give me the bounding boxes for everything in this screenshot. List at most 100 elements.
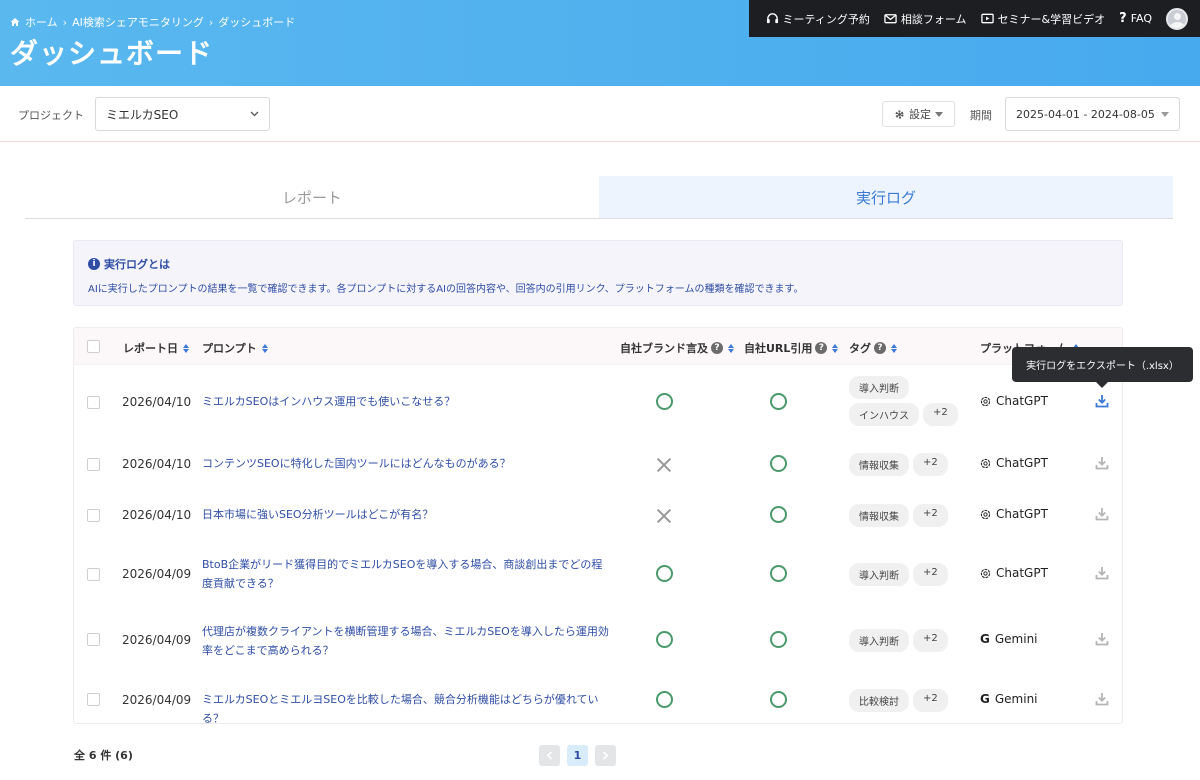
prompt-link[interactable]: ミエルカSEOはインハウス運用でも使いこなせる？ xyxy=(202,392,612,411)
report-date: 2026/04/09 xyxy=(122,567,192,581)
sort-icon xyxy=(261,343,268,353)
project-bar: プロジェクト ミエルカSEO 設定 期間 2025-04-01 - 2024-0… xyxy=(0,86,1200,142)
settings-button[interactable]: 設定 xyxy=(882,101,955,127)
header: ホーム › AI検索シェアモニタリング › ダッシュボード ダッシュボード ミー… xyxy=(0,0,1200,86)
row-checkbox[interactable] xyxy=(87,693,100,706)
url-citation-yes-icon xyxy=(770,455,787,472)
help-icon[interactable]: ? xyxy=(815,342,828,354)
download-icon[interactable] xyxy=(1095,507,1109,524)
tab-log[interactable]: 実行ログ xyxy=(599,176,1173,218)
tag-more[interactable]: +2 xyxy=(913,504,948,527)
prev-page-button[interactable] xyxy=(539,745,560,766)
tag-more[interactable]: +2 xyxy=(913,689,948,712)
header-url[interactable]: 自社URL引用 ? xyxy=(744,340,839,356)
table-row[interactable]: 2026/04/09 代理店が複数クライアントを横断管理する場合、ミエルカSEO… xyxy=(74,607,1122,673)
header-tag[interactable]: タグ ? xyxy=(849,340,897,356)
download-icon[interactable] xyxy=(1095,692,1109,709)
row-checkbox[interactable] xyxy=(87,568,100,581)
platform: ChatGPT xyxy=(980,456,1048,470)
breadcrumb-monitoring[interactable]: AI検索シェアモニタリング xyxy=(72,14,204,30)
download-icon[interactable] xyxy=(1095,566,1109,583)
avatar[interactable] xyxy=(1166,7,1188,30)
breadcrumb-home[interactable]: ホーム xyxy=(25,14,58,30)
project-select[interactable]: ミエルカSEO xyxy=(95,97,270,131)
breadcrumb-separator: › xyxy=(62,15,68,29)
breadcrumb-separator: › xyxy=(208,15,214,29)
faq-link[interactable]: ? FAQ xyxy=(1119,11,1152,26)
download-icon[interactable] xyxy=(1095,394,1109,411)
prompt-link[interactable]: 代理店が複数クライアントを横断管理する場合、ミエルカSEOを導入したら運用効率を… xyxy=(202,622,612,660)
tab-report[interactable]: レポート xyxy=(25,176,599,218)
report-date: 2026/04/09 xyxy=(122,633,192,647)
row-checkbox[interactable] xyxy=(87,458,100,471)
sort-icon xyxy=(183,343,189,353)
row-checkbox[interactable] xyxy=(87,509,100,522)
tag-list: 導入判断 +2 xyxy=(849,629,971,652)
platform-label: Gemini xyxy=(994,692,1038,706)
video-icon xyxy=(980,13,994,24)
prompt-link[interactable]: BtoB企業がリード獲得目的でミエルカSEOを導入する場合、商談創出までどの程度… xyxy=(202,555,612,593)
mail-icon xyxy=(884,14,897,24)
gemini-icon: G xyxy=(980,692,990,706)
caret-down-icon xyxy=(1161,111,1169,117)
platform: G Gemini xyxy=(980,692,1038,706)
row-checkbox[interactable] xyxy=(87,633,100,646)
next-page-button[interactable] xyxy=(595,745,616,766)
tag-list: 導入判断 インハウス +2 xyxy=(849,376,971,426)
info-title: i 実行ログとは xyxy=(88,256,1108,272)
page-title: ダッシュボード xyxy=(10,37,214,70)
faq-label: FAQ xyxy=(1130,12,1152,25)
download-icon[interactable] xyxy=(1095,632,1109,649)
row-checkbox[interactable] xyxy=(87,396,100,409)
tag[interactable]: インハウス xyxy=(849,403,919,426)
platform-label: ChatGPT xyxy=(996,566,1048,580)
period-select[interactable]: 2025-04-01 - 2024-08-05 xyxy=(1005,97,1180,131)
tag[interactable]: 導入判断 xyxy=(849,376,909,399)
header-date[interactable]: レポート日 xyxy=(123,340,189,356)
info-icon: i xyxy=(88,258,100,270)
page-button-current[interactable]: 1 xyxy=(567,745,588,766)
tag[interactable]: 導入判断 xyxy=(849,629,909,652)
settings-label: 設定 xyxy=(909,108,931,121)
platform-label: ChatGPT xyxy=(996,507,1048,521)
prompt-link[interactable]: 日本市場に強いSEO分析ツールはどこが有名？ xyxy=(202,505,612,524)
consult-link[interactable]: 相談フォーム xyxy=(884,11,967,27)
meeting-label: ミーティング予約 xyxy=(782,12,870,26)
download-icon[interactable] xyxy=(1095,456,1109,473)
tag[interactable]: 導入判断 xyxy=(849,563,909,586)
tag-more[interactable]: +2 xyxy=(923,403,958,426)
brand-mention-yes-icon xyxy=(656,631,673,648)
tag-list: 比較検討 +2 xyxy=(849,689,971,712)
prompt-link[interactable]: ミエルカSEOとミエルヨSEOを比較した場合、競合分析機能はどちらが優れている？ xyxy=(202,690,612,728)
prompt-link[interactable]: コンテンツSEOに特化した国内ツールにはどんなものがある？ xyxy=(202,454,612,473)
pagination: 1 xyxy=(539,745,616,766)
chevron-right-icon xyxy=(602,751,609,760)
select-all-checkbox[interactable] xyxy=(87,340,100,353)
platform-label: ChatGPT xyxy=(996,394,1048,408)
tag[interactable]: 情報収集 xyxy=(849,453,909,476)
header-brand[interactable]: 自社ブランド言及 ? xyxy=(620,340,734,356)
tag-more[interactable]: +2 xyxy=(913,629,948,652)
brand-mention-yes-icon xyxy=(656,565,673,582)
sort-icon xyxy=(891,343,897,353)
meeting-link[interactable]: ミーティング予約 xyxy=(766,11,870,27)
total-count: 全 6 件 (6) xyxy=(74,749,133,762)
tag-more[interactable]: +2 xyxy=(913,453,948,476)
table-row[interactable]: 2026/04/09 BtoB企業がリード獲得目的でミエルカSEOを導入する場合… xyxy=(74,541,1122,607)
project-value: ミエルカSEO xyxy=(106,107,179,122)
table-row[interactable]: 2026/04/09 ミエルカSEOとミエルヨSEOを比較した場合、競合分析機能… xyxy=(74,673,1122,725)
tag[interactable]: 比較検討 xyxy=(849,689,909,712)
header-prompt[interactable]: プロンプト xyxy=(202,340,268,356)
tag-more[interactable]: +2 xyxy=(913,563,948,586)
tag[interactable]: 情報収集 xyxy=(849,504,909,527)
report-date: 2026/04/10 xyxy=(122,457,192,471)
help-icon[interactable]: ? xyxy=(874,342,886,354)
help-icon[interactable]: ? xyxy=(711,342,723,354)
brand-mention-yes-icon xyxy=(656,691,673,708)
platform-label: ChatGPT xyxy=(996,456,1048,470)
table-row[interactable]: 2026/04/10 日本市場に強いSEO分析ツールはどこが有名？ 情報収集 +… xyxy=(74,490,1122,541)
table-row[interactable]: 2026/04/10 ミエルカSEOはインハウス運用でも使いこなせる？ 導入判断… xyxy=(74,365,1122,439)
table-row[interactable]: 2026/04/10 コンテンツSEOに特化した国内ツールにはどんなものがある？… xyxy=(74,439,1122,490)
seminar-link[interactable]: セミナー&学習ビデオ xyxy=(980,11,1105,27)
gear-icon xyxy=(895,109,904,119)
